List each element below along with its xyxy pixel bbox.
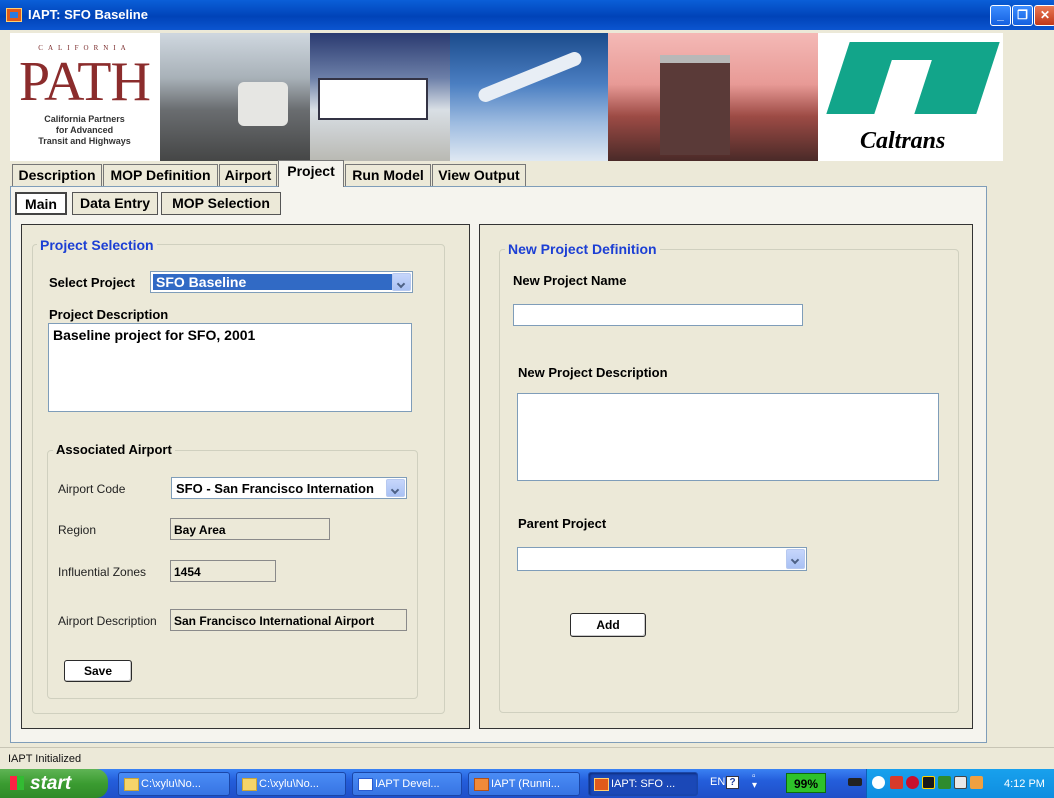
parent-project-dropdown[interactable] xyxy=(517,547,807,571)
car-shape xyxy=(238,82,288,126)
tab-description[interactable]: Description xyxy=(12,164,102,186)
minimize-button[interactable]: _ xyxy=(990,5,1011,26)
associated-airport-title: Associated Airport xyxy=(53,442,175,457)
document-icon xyxy=(358,778,373,791)
clock[interactable]: 4:12 PM xyxy=(1004,778,1045,790)
taskbar-item-label: C:\xylu\No... xyxy=(259,778,319,790)
project-description-label: Project Description xyxy=(49,307,169,322)
status-text: IAPT Initialized xyxy=(8,753,82,765)
display-icon[interactable] xyxy=(954,776,967,789)
folder-icon xyxy=(242,778,257,791)
volume-icon[interactable] xyxy=(938,776,951,789)
new-project-description-label: New Project Description xyxy=(518,365,668,380)
save-button[interactable]: Save xyxy=(64,660,132,682)
airport-description-label: Airport Description xyxy=(58,614,157,628)
tray-arrows-icon[interactable]: ▫ ▾ xyxy=(752,772,757,791)
back-arrow-icon[interactable] xyxy=(872,776,885,789)
network-icon[interactable] xyxy=(890,776,903,789)
select-project-label: Select Project xyxy=(49,275,135,290)
add-button[interactable]: Add xyxy=(570,613,646,637)
taskbar-item[interactable]: IAPT Devel... xyxy=(352,772,462,796)
security-icon[interactable] xyxy=(906,776,919,789)
subtab-main[interactable]: Main xyxy=(15,192,67,215)
start-label: start xyxy=(30,773,72,794)
airport-code-label: Airport Code xyxy=(58,482,126,496)
caltrans-wordmark: Caltrans xyxy=(860,128,946,154)
battery-indicator[interactable]: 99% xyxy=(786,773,826,793)
folder-icon xyxy=(124,778,139,791)
new-project-title: New Project Definition xyxy=(505,241,660,257)
taskbar-item[interactable]: C:\xylu\No... xyxy=(236,772,346,796)
region-field: Bay Area xyxy=(170,518,330,540)
new-project-name-input[interactable] xyxy=(513,304,803,326)
language-indicator[interactable]: EN xyxy=(710,776,725,788)
new-project-description-textarea[interactable] xyxy=(517,393,939,481)
subtab-mop-selection[interactable]: MOP Selection xyxy=(161,192,281,215)
airport-description-field: San Francisco International Airport xyxy=(170,609,407,631)
chevron-down-icon[interactable] xyxy=(386,479,405,497)
taskbar-item[interactable]: IAPT (Runni... xyxy=(468,772,580,796)
title-bar[interactable] xyxy=(0,0,1054,30)
taskbar-item-label: IAPT (Runni... xyxy=(491,778,560,790)
chevron-down-icon[interactable] xyxy=(786,549,805,569)
tab-mop-definition[interactable]: MOP Definition xyxy=(103,164,218,186)
chevron-down-icon[interactable] xyxy=(392,273,411,291)
tab-project[interactable]: Project xyxy=(278,160,344,187)
status-bar xyxy=(0,747,1054,769)
tab-airport[interactable]: Airport xyxy=(219,164,277,186)
subtab-data-entry[interactable]: Data Entry xyxy=(72,192,158,215)
select-project-dropdown[interactable]: SFO Baseline xyxy=(150,271,413,293)
start-button[interactable]: start xyxy=(0,769,108,798)
taskbar-item-label: IAPT Devel... xyxy=(375,778,440,790)
close-button[interactable]: ✕ xyxy=(1034,5,1054,26)
airplane-photo xyxy=(450,33,608,161)
project-description-textarea[interactable]: Baseline project for SFO, 2001 xyxy=(48,323,412,412)
path-logo-subtitle: California Partners for Advanced Transit… xyxy=(38,114,131,146)
path-logo: CALIFORNIA PATH California Partners for … xyxy=(12,38,157,158)
power-plug-icon[interactable] xyxy=(848,778,862,786)
path-logo-text: PATH xyxy=(19,51,151,113)
region-label: Region xyxy=(58,523,97,537)
airport-code-dropdown[interactable]: SFO - San Francisco Internation xyxy=(171,477,407,499)
app-icon xyxy=(474,778,489,791)
airport-code-value: SFO - San Francisco Internation xyxy=(176,481,374,496)
influential-zones-label: Influential Zones xyxy=(58,565,147,579)
taskbar-item[interactable]: C:\xylu\No... xyxy=(118,772,230,796)
selected-project-value: SFO Baseline xyxy=(153,274,392,290)
project-selection-title: Project Selection xyxy=(37,237,157,253)
influential-zones-field: 1454 xyxy=(170,560,276,582)
taskbar-item-active[interactable]: IAPT: SFO ... xyxy=(588,772,698,796)
antivirus-icon[interactable] xyxy=(922,776,935,789)
bus-shape xyxy=(318,78,428,120)
app-icon xyxy=(594,778,609,791)
taskbar-item-label: IAPT: SFO ... xyxy=(611,778,676,790)
parent-project-label: Parent Project xyxy=(518,516,607,531)
new-project-name-label: New Project Name xyxy=(513,273,627,288)
windows-logo-icon xyxy=(10,776,24,790)
tab-run-model[interactable]: Run Model xyxy=(345,164,431,186)
help-icon[interactable]: ? xyxy=(726,776,739,789)
taskbar-item-label: C:\xylu\No... xyxy=(141,778,201,790)
restore-button[interactable]: ❐ xyxy=(1012,5,1033,26)
window-title: IAPT: SFO Baseline xyxy=(28,7,148,22)
app-icon[interactable] xyxy=(6,8,22,22)
tray-app-icon[interactable] xyxy=(970,776,983,789)
tab-view-output[interactable]: View Output xyxy=(432,164,526,186)
train-shape xyxy=(660,55,730,155)
caltrans-mark-icon xyxy=(826,42,1000,114)
